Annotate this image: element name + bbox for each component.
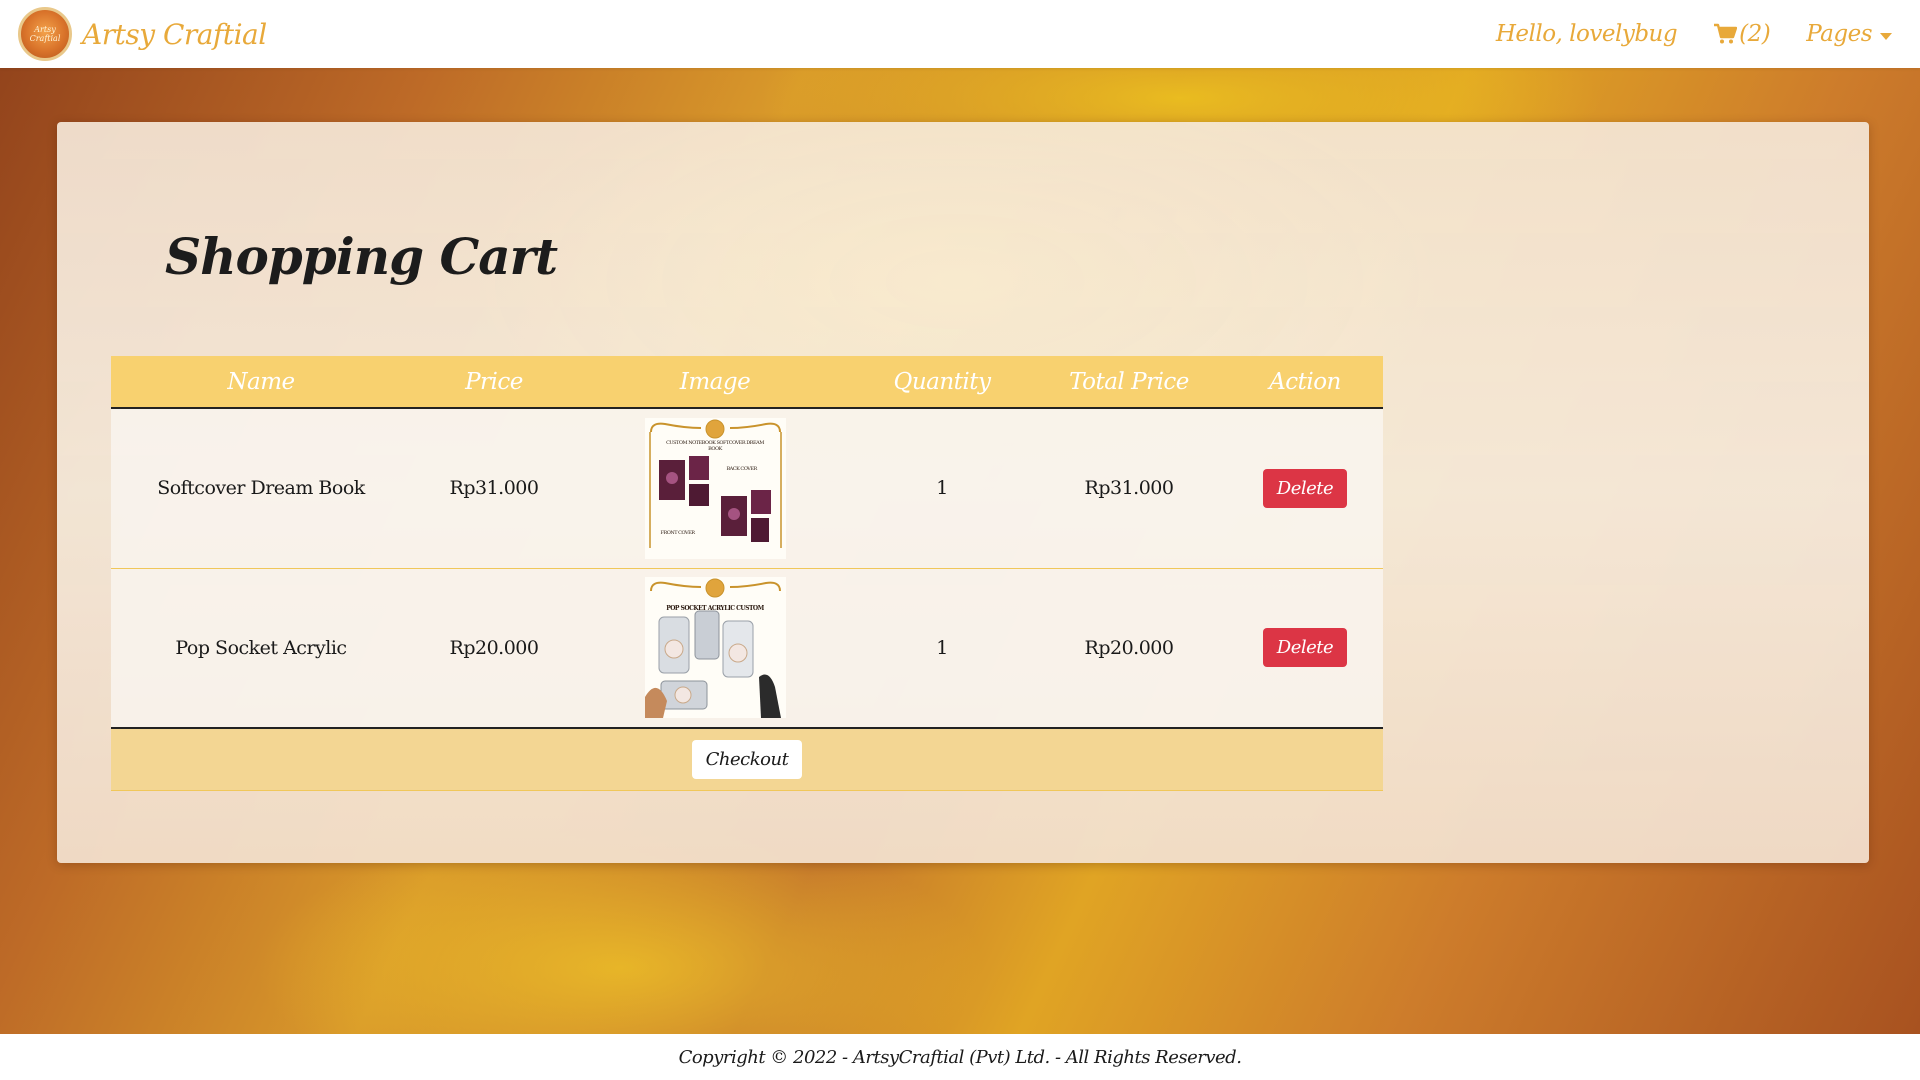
table-row: Pop Socket Acrylic Rp20.000 POP SOCKET A… (111, 568, 1383, 728)
cart-link[interactable]: (2) (1713, 21, 1771, 47)
header-quantity: Quantity (893, 368, 991, 395)
action-cell: Delete (1227, 408, 1383, 568)
product-quantity: 1 (936, 477, 948, 500)
image-back-label: BACK COVER (726, 465, 758, 472)
user-greeting-link[interactable]: Hello, lovelybug (1496, 21, 1678, 47)
product-quantity: 1 (936, 636, 948, 659)
pages-dropdown[interactable]: Pages (1806, 21, 1892, 47)
header-action: Action (1269, 368, 1341, 395)
checkout-row: Checkout (111, 728, 1383, 790)
table-body: Softcover Dream Book Rp31.000 CUSTOM NOT… (111, 408, 1383, 728)
product-price: Rp20.000 (449, 636, 539, 659)
header-image: Image (679, 368, 751, 395)
product-total-price: Rp20.000 (1084, 636, 1174, 659)
caret-down-icon (1880, 32, 1892, 40)
header-total-price: Total Price (1069, 368, 1189, 395)
cart-count: (2) (1739, 21, 1771, 47)
checkout-button[interactable]: Checkout (691, 739, 803, 779)
footer: Copyright © 2022 - ArtsyCraftial (Pvt) L… (0, 1034, 1920, 1080)
table-header-row: Name Price Image Quantity Total Price Ac… (111, 356, 1383, 408)
pages-dropdown-label: Pages (1806, 21, 1872, 47)
header-price: Price (465, 368, 523, 395)
action-cell: Delete (1227, 568, 1383, 728)
brand-link[interactable]: Artsy Craftial Artsy Craftial (18, 7, 267, 61)
product-price: Rp31.000 (449, 477, 539, 500)
product-total-price: Rp31.000 (1084, 477, 1174, 500)
copyright-text: Copyright © 2022 - ArtsyCraftial (Pvt) L… (678, 1046, 1242, 1068)
image-heading-text: POP SOCKET ACRYLIC CUSTOM (666, 605, 764, 613)
header-name: Name (227, 368, 295, 395)
page-title: Shopping Cart (165, 227, 558, 286)
table-row: Softcover Dream Book Rp31.000 CUSTOM NOT… (111, 408, 1383, 568)
brand-logo: Artsy Craftial (18, 7, 72, 61)
product-image-cell: CUSTOM NOTEBOOK SOFTCOVER DREAM BOOK BAC… (577, 408, 853, 568)
product-image-cell: POP SOCKET ACRYLIC CUSTOM (577, 568, 853, 728)
brand-name: Artsy Craftial (82, 17, 267, 51)
product-name: Softcover Dream Book (157, 477, 365, 500)
delete-button[interactable]: Delete (1262, 468, 1348, 508)
popsocket-product-image (644, 577, 786, 719)
product-image: CUSTOM NOTEBOOK SOFTCOVER DREAM BOOK BAC… (644, 417, 786, 559)
cart-card: Shopping Cart Name Price Image Quantity … (57, 122, 1869, 863)
navbar: Artsy Craftial Artsy Craftial Hello, lov… (0, 0, 1920, 68)
product-name: Pop Socket Acrylic (175, 636, 347, 659)
delete-button[interactable]: Delete (1262, 628, 1348, 668)
image-heading-text: CUSTOM NOTEBOOK SOFTCOVER DREAM BOOK (666, 439, 764, 452)
table-footer: Checkout (111, 728, 1383, 790)
table-header: Name Price Image Quantity Total Price Ac… (111, 356, 1383, 408)
image-front-label: FRONT COVER (660, 529, 696, 536)
product-image: POP SOCKET ACRYLIC CUSTOM (644, 577, 786, 719)
cart-table: Name Price Image Quantity Total Price Ac… (111, 356, 1383, 791)
cart-icon (1714, 23, 1738, 44)
checkout-cell: Checkout (111, 728, 1383, 790)
brand-logo-text: Artsy Craftial (29, 25, 61, 43)
nav-right: Hello, lovelybug (2) Pages (1496, 21, 1892, 47)
page-background: Shopping Cart Name Price Image Quantity … (0, 68, 1920, 1034)
